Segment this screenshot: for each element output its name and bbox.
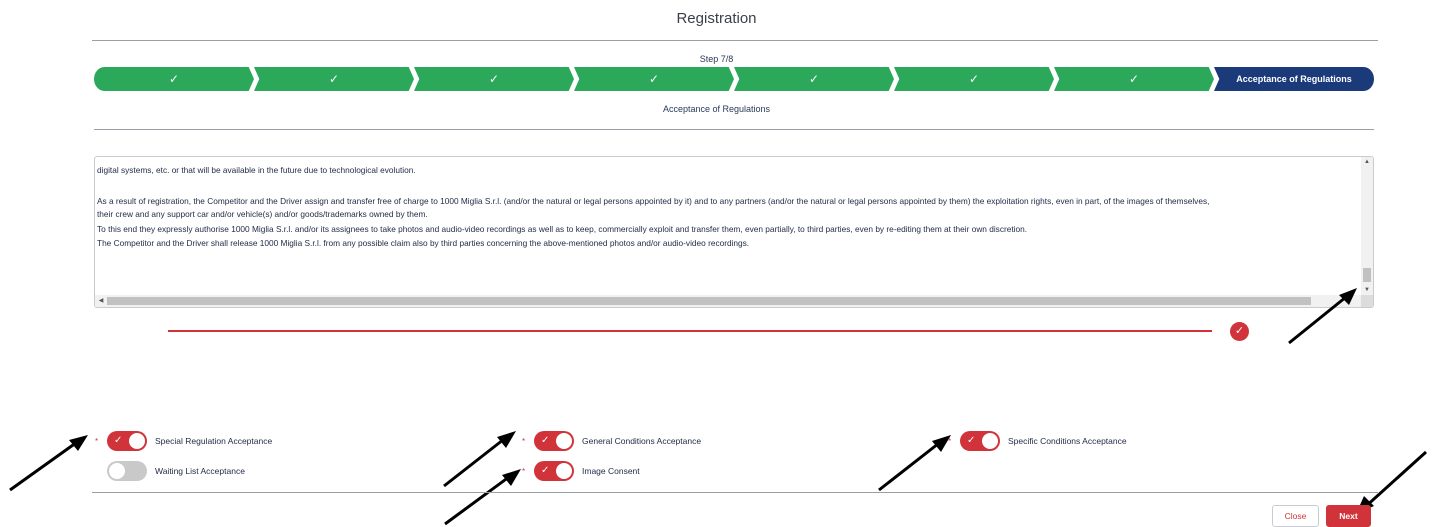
- general-conditions-acceptance: * ✓ General Conditions Acceptance: [522, 431, 701, 451]
- divider: [92, 40, 1378, 41]
- check-icon: ✓: [648, 72, 660, 86]
- scroll-thumb[interactable]: [1363, 268, 1371, 282]
- step-5[interactable]: ✓: [734, 67, 894, 91]
- regulations-line: As a result of registration, the Competi…: [97, 196, 1210, 206]
- regulations-line: their crew and any support car and/or ve…: [97, 209, 428, 219]
- arrow-icon: [9, 435, 88, 492]
- scroll-thumb[interactable]: [107, 297, 1311, 305]
- check-icon: ✓: [114, 435, 123, 446]
- check-icon: ✓: [541, 465, 550, 476]
- toggle-knob: [109, 463, 125, 479]
- required-marker: *: [522, 436, 526, 446]
- image-consent-label: Image Consent: [582, 466, 640, 476]
- read-progress-bar: [168, 330, 1212, 332]
- check-icon: ✓: [168, 72, 180, 86]
- step-8-active[interactable]: Acceptance of Regulations: [1214, 67, 1374, 91]
- arrow-icon: [878, 435, 951, 492]
- clipped-line: [97, 157, 99, 159]
- image-consent-toggle[interactable]: ✓: [534, 461, 574, 481]
- check-circle-icon: ✓: [1230, 322, 1249, 341]
- waiting-list-acceptance: Waiting List Acceptance: [95, 461, 245, 481]
- special-regulation-acceptance: * ✓ Special Regulation Acceptance: [95, 431, 272, 451]
- regulations-line: digital systems, etc. or that will be av…: [97, 165, 416, 175]
- regulations-textbox[interactable]: digital systems, etc. or that will be av…: [94, 156, 1374, 308]
- scroll-down-icon[interactable]: ▼: [1361, 285, 1373, 295]
- step-8-label: Acceptance of Regulations: [1236, 74, 1352, 84]
- regulations-text: digital systems, etc. or that will be av…: [95, 157, 1361, 295]
- step-3[interactable]: ✓: [414, 67, 574, 91]
- check-icon: ✓: [967, 435, 976, 446]
- special-regulation-toggle[interactable]: ✓: [107, 431, 147, 451]
- step-1[interactable]: ✓: [94, 67, 254, 91]
- divider: [92, 492, 1378, 493]
- waiting-list-toggle[interactable]: [107, 461, 147, 481]
- toggle-knob: [556, 433, 572, 449]
- check-icon: ✓: [808, 72, 820, 86]
- toggle-knob: [129, 433, 145, 449]
- specific-conditions-acceptance: * ✓ Specific Conditions Acceptance: [948, 431, 1127, 451]
- required-marker: *: [522, 466, 526, 476]
- scroll-left-icon[interactable]: ◀: [95, 295, 107, 307]
- waiting-list-label: Waiting List Acceptance: [155, 466, 245, 476]
- general-conditions-toggle[interactable]: ✓: [534, 431, 574, 451]
- check-icon: ✓: [328, 72, 340, 86]
- check-icon: ✓: [488, 72, 500, 86]
- step-7[interactable]: ✓: [1054, 67, 1214, 91]
- step-counter: Step 7/8: [699, 54, 734, 64]
- step-4[interactable]: ✓: [574, 67, 734, 91]
- required-marker: *: [948, 436, 952, 446]
- step-2[interactable]: ✓: [254, 67, 414, 91]
- next-button[interactable]: Next: [1326, 505, 1371, 527]
- section-title: Acceptance of Regulations: [662, 104, 771, 114]
- special-regulation-label: Special Regulation Acceptance: [155, 436, 273, 446]
- step-6[interactable]: ✓: [894, 67, 1054, 91]
- check-icon: ✓: [1128, 72, 1140, 86]
- general-conditions-label: General Conditions Acceptance: [582, 436, 702, 446]
- vertical-scrollbar[interactable]: ▲ ▼: [1361, 157, 1373, 295]
- arrow-icon: [444, 469, 521, 526]
- check-icon: ✓: [541, 435, 550, 446]
- toggle-knob: [982, 433, 998, 449]
- specific-conditions-toggle[interactable]: ✓: [960, 431, 1000, 451]
- page-title: Registration: [676, 10, 757, 27]
- scroll-up-icon[interactable]: ▲: [1361, 157, 1373, 167]
- toggle-knob: [556, 463, 572, 479]
- check-icon: ✓: [968, 72, 980, 86]
- step-path: ✓ ✓ ✓ ✓ ✓ ✓ ✓ Acceptance of Regulations: [94, 67, 1374, 91]
- image-consent: * ✓ Image Consent: [522, 461, 640, 481]
- divider: [94, 129, 1374, 130]
- regulations-line: To this end they expressly authorise 100…: [97, 224, 1028, 234]
- arrow-icon: [443, 431, 516, 488]
- specific-conditions-label: Specific Conditions Acceptance: [1008, 436, 1127, 446]
- scroll-corner: [1361, 295, 1373, 307]
- regulations-line: The Competitor and the Driver shall rele…: [97, 238, 750, 248]
- close-button[interactable]: Close: [1272, 505, 1319, 527]
- horizontal-scrollbar[interactable]: ◀: [95, 295, 1361, 307]
- required-marker: *: [95, 436, 99, 446]
